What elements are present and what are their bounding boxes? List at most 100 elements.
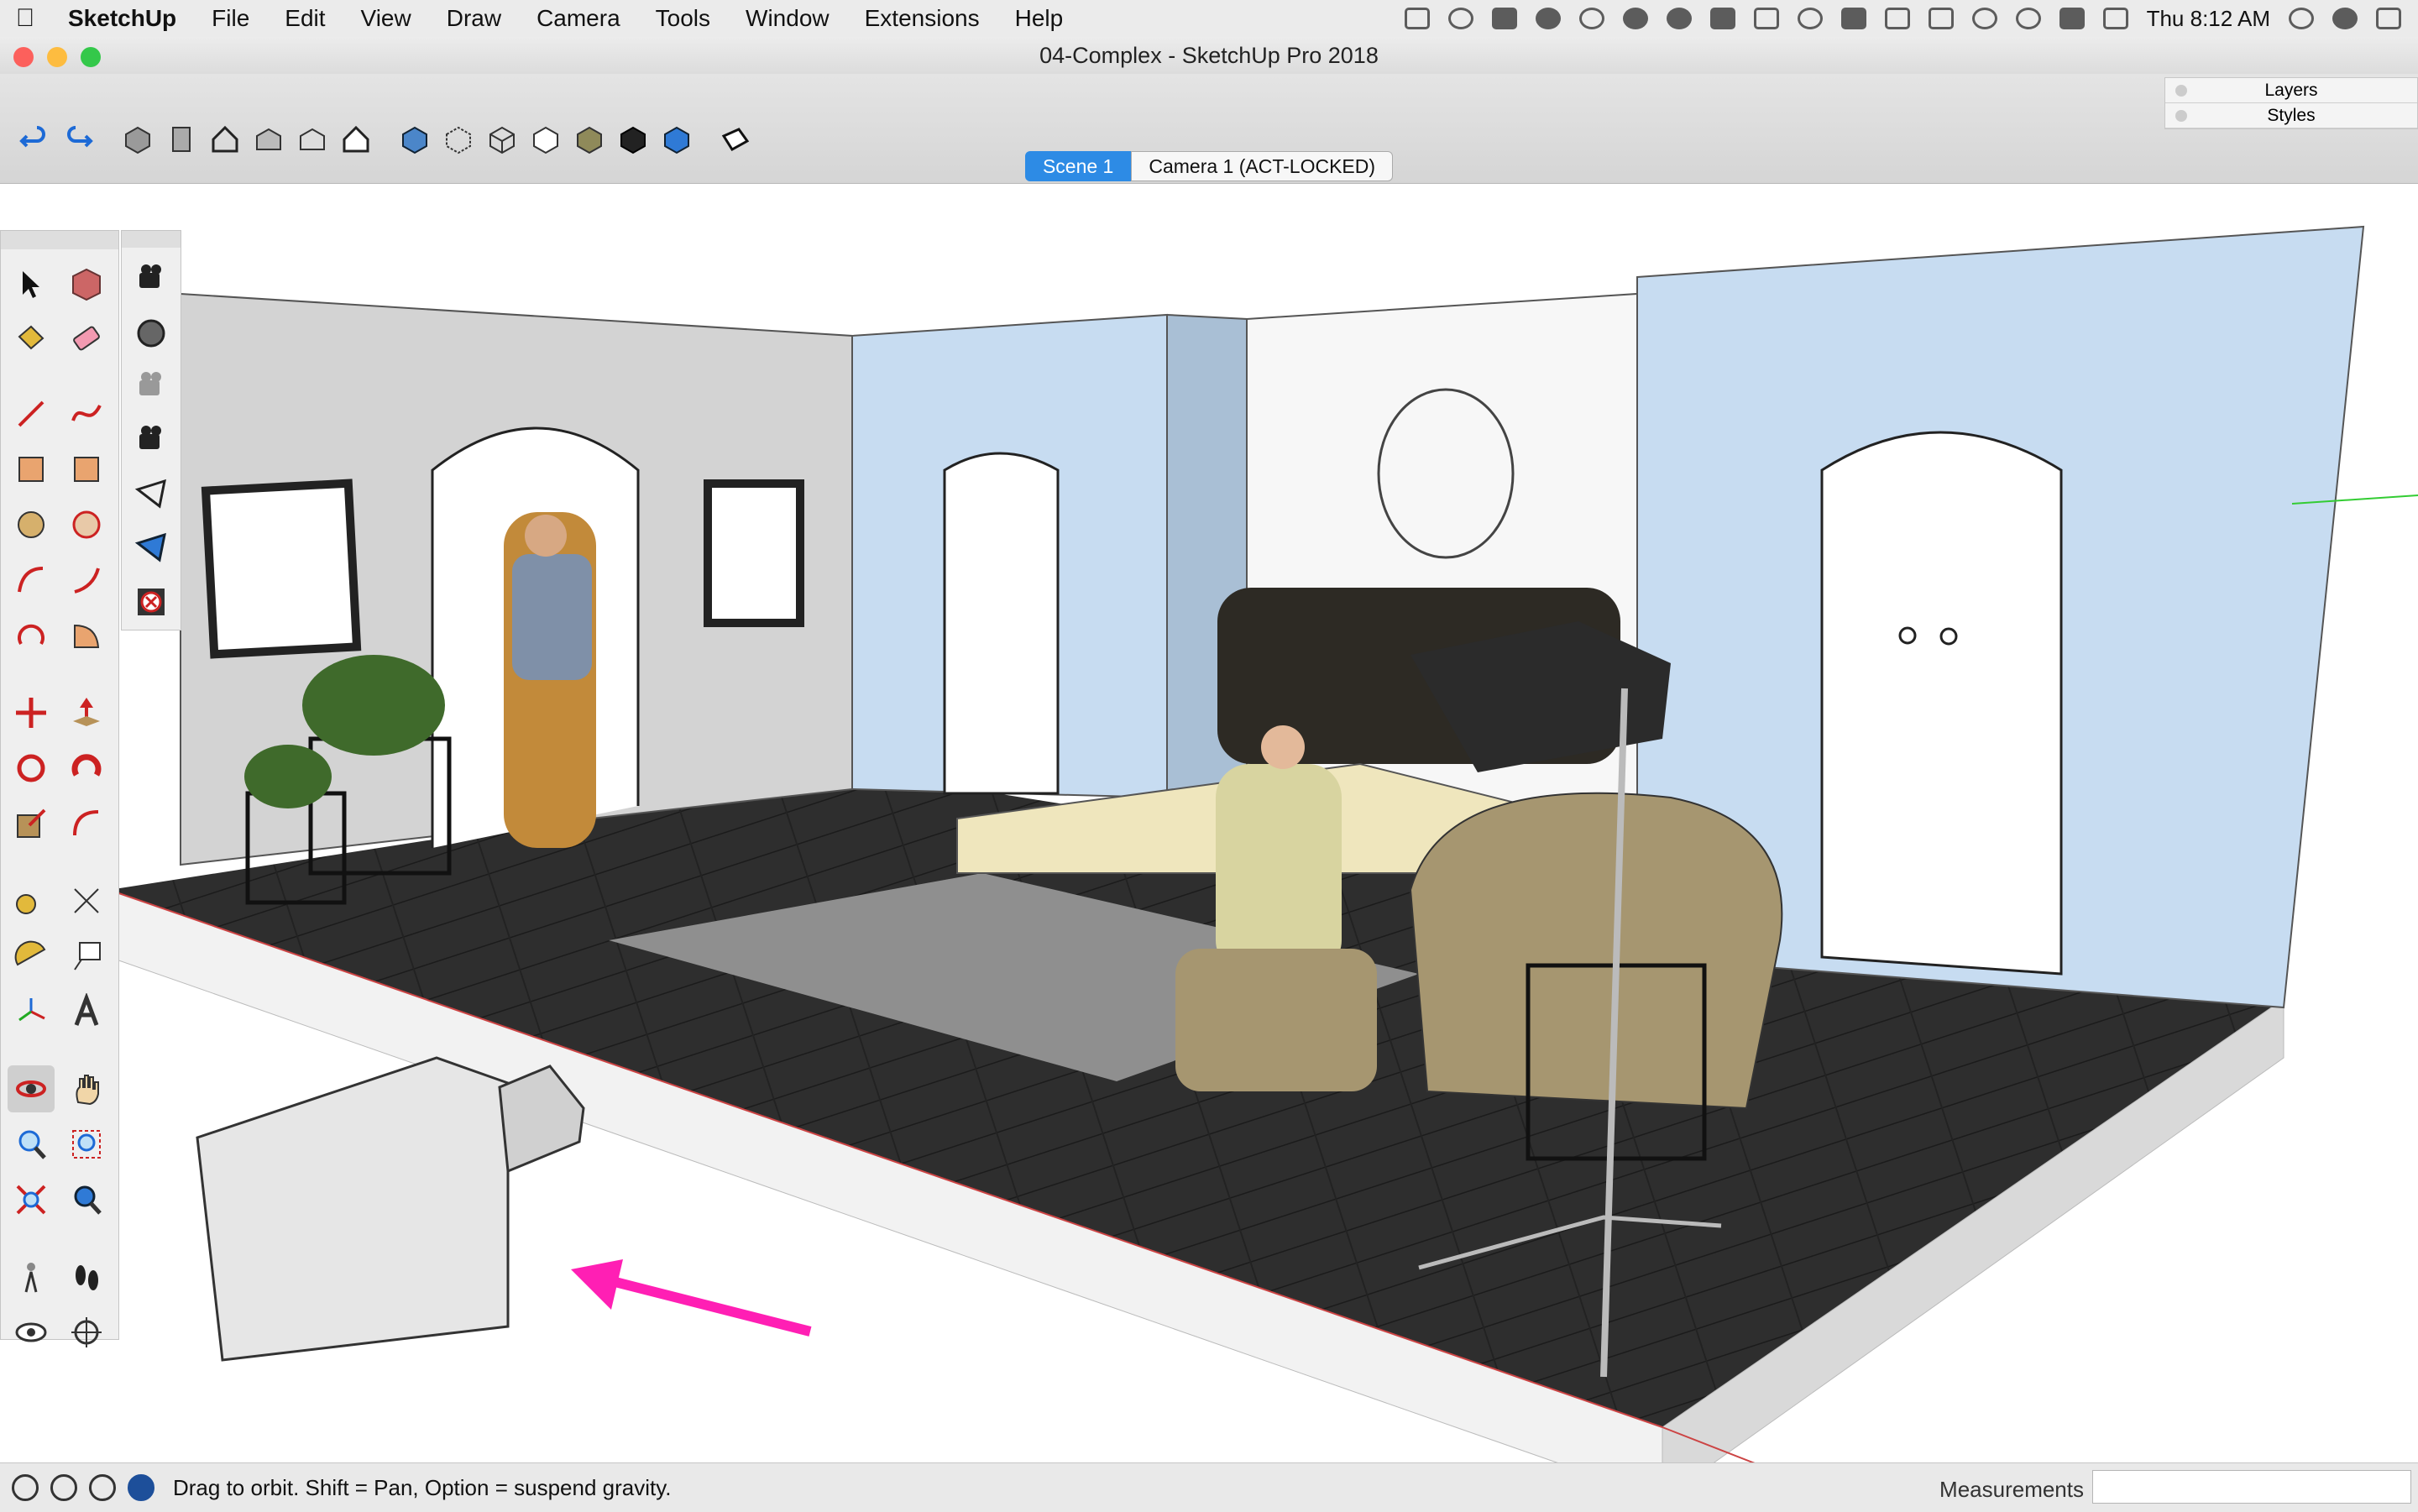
menu-window[interactable]: Window: [728, 5, 847, 32]
evernote-icon[interactable]: [1840, 8, 1866, 29]
mac-menu-bar:  SketchUp File Edit View Draw Camera To…: [0, 0, 2418, 38]
zoom-button[interactable]: [81, 47, 101, 67]
sync-icon[interactable]: [1447, 8, 1473, 29]
walk-tool-icon[interactable]: [63, 1253, 110, 1300]
siri-icon[interactable]: [2332, 8, 2358, 29]
pan-tool-icon[interactable]: [63, 1065, 110, 1112]
credits-icon[interactable]: [50, 1474, 77, 1501]
large-tool-set-palette: [0, 230, 119, 1347]
tab-scene-1[interactable]: Scene 1: [1024, 151, 1132, 181]
password-icon[interactable]: [1578, 8, 1604, 29]
zoom-window-icon[interactable]: [63, 1121, 110, 1168]
rectangle-tool-icon[interactable]: [8, 446, 55, 493]
dropbox-icon[interactable]: [1491, 8, 1517, 29]
time-machine-icon[interactable]: [1971, 8, 1997, 29]
menu-extensions[interactable]: Extensions: [847, 5, 997, 32]
notification-icon[interactable]: [1666, 8, 1692, 29]
scene-render: [108, 225, 2418, 1499]
window-controls: [13, 47, 101, 67]
tray-styles-label: Styles: [2267, 106, 2316, 125]
polygon-tool-icon[interactable]: [63, 501, 110, 548]
protractor-icon[interactable]: [8, 933, 55, 980]
dimension-tool-icon[interactable]: [63, 877, 110, 924]
collapse-dot-icon: [2175, 85, 2187, 97]
rotate-tool-icon[interactable]: [8, 745, 55, 792]
flame-icon[interactable]: [1622, 8, 1648, 29]
notification-center-icon[interactable]: [2376, 8, 2401, 29]
zoom-tool-icon[interactable]: [8, 1121, 55, 1168]
menu-clock[interactable]: Thu 8:12 AM: [2147, 6, 2270, 32]
freehand-tool-icon[interactable]: [63, 390, 110, 437]
menu-file[interactable]: File: [194, 5, 267, 32]
geo-location-icon[interactable]: [12, 1474, 39, 1501]
menu-tools[interactable]: Tools: [638, 5, 728, 32]
measurements-field[interactable]: [2092, 1470, 2411, 1504]
tray-styles[interactable]: Styles: [2165, 103, 2417, 128]
spotlight-search-icon[interactable]: [2289, 8, 2314, 29]
rotated-rectangle-icon[interactable]: [63, 446, 110, 493]
user-account-icon[interactable]: [89, 1474, 116, 1501]
line-tool-icon[interactable]: [8, 390, 55, 437]
previous-view-icon[interactable]: [63, 1176, 110, 1223]
zoom-extents-icon[interactable]: [8, 1176, 55, 1223]
reset-camera-icon[interactable]: [128, 578, 175, 625]
cloud-icon[interactable]: [1535, 8, 1561, 29]
model-viewport[interactable]: [0, 185, 2418, 1499]
battery-icon[interactable]: [2102, 8, 2128, 29]
lock-camera-icon[interactable]: [128, 364, 175, 411]
glasses-icon[interactable]: [1884, 8, 1910, 29]
scale-tool-icon[interactable]: [8, 800, 55, 847]
tape-measure-icon[interactable]: [8, 877, 55, 924]
menu-app-name[interactable]: SketchUp: [50, 5, 194, 32]
eraser-icon[interactable]: [63, 315, 110, 362]
tab-camera-1[interactable]: Camera 1 (ACT-LOCKED): [1131, 151, 1394, 181]
record-icon[interactable]: [1928, 8, 1954, 29]
default-tray: Layers Styles: [2164, 77, 2418, 129]
position-camera-icon[interactable]: [8, 1253, 55, 1300]
show-frustum-volume-icon[interactable]: [128, 525, 175, 572]
move-tool-icon[interactable]: [8, 689, 55, 736]
menu-edit[interactable]: Edit: [267, 5, 343, 32]
look-through-camera-icon[interactable]: [128, 310, 175, 357]
close-button[interactable]: [13, 47, 34, 67]
link-icon[interactable]: [1753, 8, 1779, 29]
pie-tool-icon[interactable]: [63, 612, 110, 659]
picture-frame-left: [201, 479, 362, 659]
make-component-icon[interactable]: [63, 261, 110, 308]
text-tool-icon[interactable]: [63, 933, 110, 980]
select-tool-icon[interactable]: [8, 261, 55, 308]
push-pull-icon[interactable]: [63, 689, 110, 736]
create-camera-icon[interactable]: [128, 256, 175, 303]
menu-draw[interactable]: Draw: [429, 5, 519, 32]
show-cameras-icon[interactable]: [128, 417, 175, 464]
axes-tool-icon[interactable]: [8, 988, 55, 1035]
wifi-icon[interactable]: [2015, 8, 2041, 29]
clipboard-icon[interactable]: [1709, 8, 1735, 29]
show-frustum-lines-icon[interactable]: [128, 471, 175, 518]
offset-tool-icon[interactable]: [63, 800, 110, 847]
three-point-arc-icon[interactable]: [8, 612, 55, 659]
menu-camera[interactable]: Camera: [519, 5, 638, 32]
instructor-help-icon[interactable]: [128, 1474, 154, 1501]
arc-tool-icon[interactable]: [8, 557, 55, 604]
look-around-icon[interactable]: [8, 1309, 55, 1356]
circle-icon[interactable]: [1797, 8, 1823, 29]
section-plane-icon[interactable]: [63, 1309, 110, 1356]
two-point-arc-icon[interactable]: [63, 557, 110, 604]
3d-text-icon[interactable]: [63, 988, 110, 1035]
palette-header[interactable]: [1, 231, 118, 249]
palette-header[interactable]: [122, 231, 181, 248]
paint-bucket-icon[interactable]: [8, 315, 55, 362]
apple-menu-icon[interactable]: : [0, 4, 50, 33]
camera-extra-icon[interactable]: [1404, 8, 1430, 29]
volume-icon[interactable]: [2059, 8, 2085, 29]
minimize-button[interactable]: [47, 47, 67, 67]
wardrobe-left: [943, 452, 1060, 795]
follow-me-icon[interactable]: [63, 745, 110, 792]
ottoman: [1175, 949, 1377, 1091]
orbit-tool-icon[interactable]: [8, 1065, 55, 1112]
tray-layers[interactable]: Layers: [2165, 78, 2417, 103]
circle-tool-icon[interactable]: [8, 501, 55, 548]
menu-help[interactable]: Help: [997, 5, 1081, 32]
menu-view[interactable]: View: [343, 5, 429, 32]
